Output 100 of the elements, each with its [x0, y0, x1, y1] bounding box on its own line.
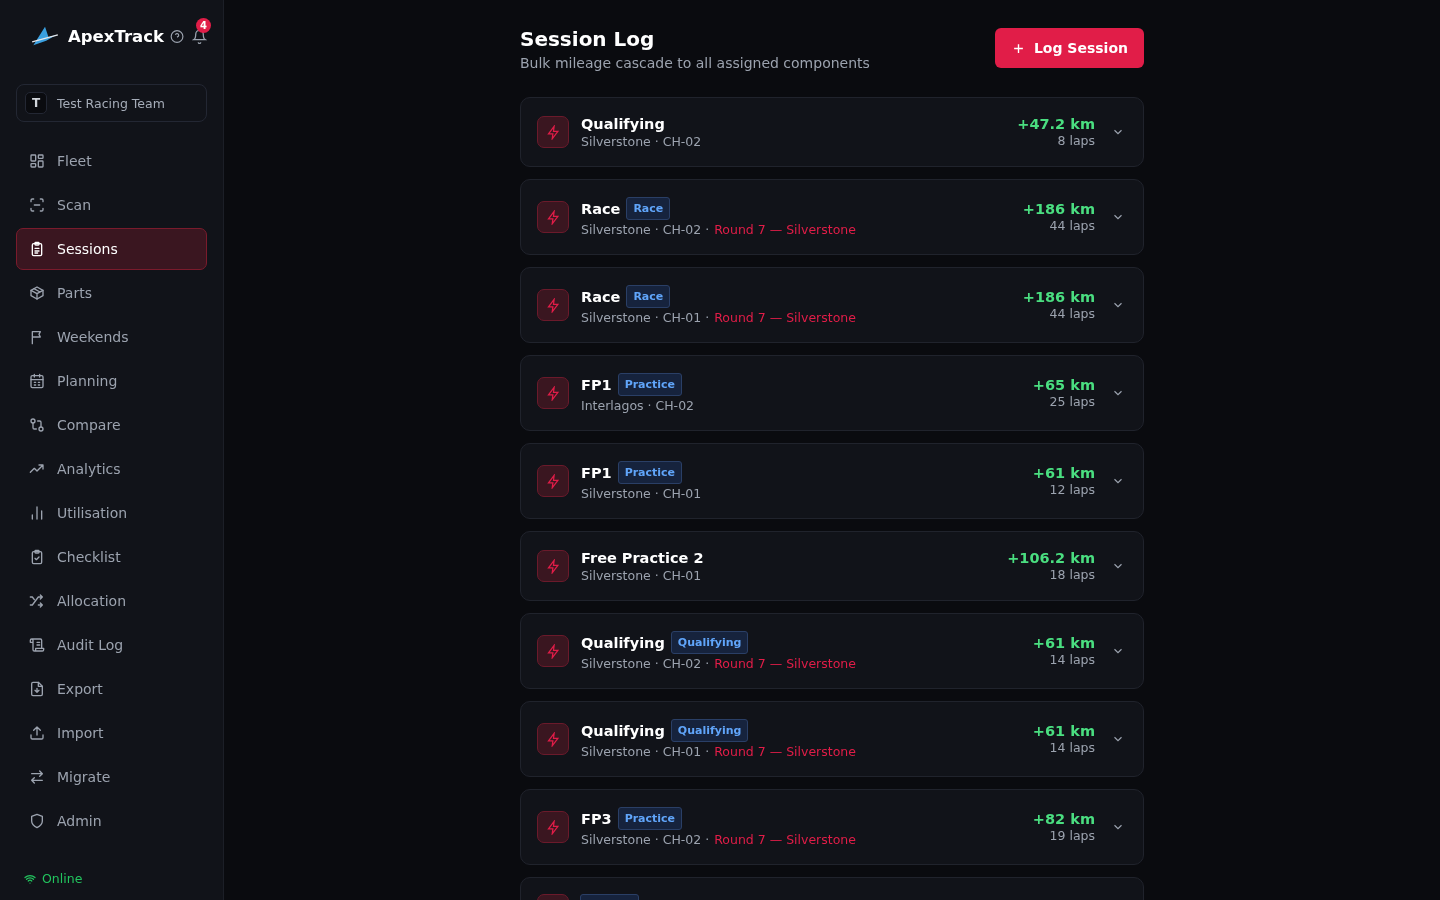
bar-chart-icon	[29, 505, 45, 521]
clipboard-check-icon	[29, 549, 45, 565]
page-subtitle: Bulk mileage cascade to all assigned components	[520, 55, 870, 71]
team-selector[interactable]: T Test Racing Team	[16, 84, 207, 122]
help-icon	[169, 28, 184, 44]
lightning-icon	[545, 643, 561, 659]
session-title: FP1	[581, 376, 612, 393]
lightning-icon	[545, 731, 561, 747]
nav-item[interactable]: Allocation	[16, 580, 207, 622]
session-title: Qualifying	[581, 115, 665, 132]
session-meta: Silverstone · CH-02	[581, 133, 702, 149]
brand-name: ApexTrack	[68, 26, 164, 46]
shuffle-icon	[29, 593, 45, 609]
round-link[interactable]: Round 7 — Silverstone	[714, 310, 856, 325]
lightning-icon	[545, 209, 561, 225]
session-distance: +186 km	[1022, 201, 1095, 217]
session-laps: 44 laps	[1049, 306, 1095, 321]
nav-item[interactable]: Planning	[16, 360, 207, 402]
file-download-icon	[29, 681, 45, 697]
notification-badge: 4	[196, 17, 211, 33]
shield-icon	[29, 813, 45, 829]
session-distance: +61 km	[1032, 465, 1095, 481]
lightning-icon	[545, 124, 561, 140]
bell-icon	[192, 28, 207, 44]
session-card[interactable]: FP3 Practice Silverstone · CH-02 · Round 7 — Silverstone +82 km 19 laps	[520, 789, 1144, 865]
session-meta: Silverstone · CH-02 ·	[581, 832, 710, 847]
session-type-badge: Race	[626, 285, 671, 308]
session-distance: +47.2 km	[1017, 116, 1095, 132]
wifi-icon	[24, 872, 36, 885]
team-name: Test Racing Team	[57, 95, 165, 111]
session-card[interactable]: Race Race Silverstone · CH-02 · Round 7 — Silverstone +186 km 44 laps	[520, 179, 1144, 255]
upload-icon	[29, 725, 45, 741]
session-laps: 18 laps	[1049, 567, 1095, 582]
session-title: Race	[581, 288, 621, 305]
session-title: Qualifying	[581, 634, 665, 651]
session-type-badge: Practice	[617, 373, 683, 396]
compare-icon	[29, 417, 45, 433]
session-type-badge: Qualifying	[670, 719, 749, 742]
session-laps: 44 laps	[1049, 218, 1095, 233]
scan-icon	[29, 197, 45, 213]
session-distance: +106.2 km	[1007, 550, 1095, 566]
session-meta: Silverstone · CH-01	[581, 486, 702, 501]
session-card[interactable]: Qualifying Qualifying Silverstone · CH-01 · Round 7 — Silverstone +61 km 14 laps	[520, 701, 1144, 777]
swap-arrows-icon	[29, 769, 45, 785]
session-title: Race	[581, 200, 621, 217]
session-card[interactable]: Qualifying Silverstone · CH-02 +47.2 km 8 laps	[520, 97, 1144, 167]
session-title: FP1	[581, 464, 612, 481]
round-link[interactable]: Round 7 — Silverstone	[714, 656, 856, 671]
session-card[interactable]: Free Practice 2 Silverstone · CH-01 +106.2 km 18 laps	[520, 531, 1144, 601]
session-distance: +82 km	[1032, 811, 1095, 827]
session-laps: 8 laps	[1057, 133, 1095, 148]
session-type-badge: Practice	[617, 807, 683, 830]
session-meta: Silverstone · CH-01	[581, 567, 702, 583]
nav-item[interactable]: Audit Log	[16, 624, 207, 666]
lightning-icon	[545, 297, 561, 313]
nav-item[interactable]: Analytics	[16, 448, 207, 490]
grid-icon	[29, 153, 45, 169]
session-title: FP3	[581, 810, 612, 827]
session-card[interactable]: FP1 Practice Interlagos · CH-02 +65 km 25 laps	[520, 355, 1144, 431]
session-meta: Silverstone · CH-02 ·	[581, 222, 710, 237]
nav-item[interactable]: Import	[16, 712, 207, 754]
calendar-icon	[29, 373, 45, 389]
session-title: Qualifying	[581, 722, 665, 739]
nav-item[interactable]: Migrate	[16, 756, 207, 798]
session-card[interactable]: Race Race Silverstone · CH-01 · Round 7 — Silverstone +186 km 44 laps	[520, 267, 1144, 343]
nav-item[interactable]: Utilisation	[16, 492, 207, 534]
session-card[interactable]: FP1 Practice Silverstone · CH-01 +61 km 12 laps	[520, 443, 1144, 519]
session-card[interactable]: Qualifying Qualifying Silverstone · CH-02 · Round 7 — Silverstone +61 km 14 laps	[520, 613, 1144, 689]
lightning-icon	[545, 819, 561, 835]
session-type-badge: Qualifying	[670, 631, 749, 654]
session-laps: 14 laps	[1049, 740, 1095, 755]
nav-item[interactable]: Compare	[16, 404, 207, 446]
session-meta: Interlagos · CH-02	[581, 398, 695, 413]
nav-item[interactable]: Sessions	[16, 228, 207, 270]
nav-item[interactable]: Checklist	[16, 536, 207, 578]
session-meta: Silverstone · CH-01 ·	[581, 744, 710, 759]
session-distance: +61 km	[1032, 723, 1095, 739]
session-distance: +65 km	[1032, 377, 1095, 393]
session-laps: 12 laps	[1049, 482, 1095, 497]
session-type-badge: Race	[626, 197, 671, 220]
nav-item[interactable]: Weekends	[16, 316, 207, 358]
round-link[interactable]: Round 7 — Silverstone	[714, 744, 856, 759]
nav-item[interactable]: Scan	[16, 184, 207, 226]
session-distance: +61 km	[1032, 635, 1095, 651]
nav-item[interactable]: Parts	[16, 272, 207, 314]
round-link[interactable]: Round 7 — Silverstone	[714, 222, 856, 237]
session-distance: +186 km	[1022, 289, 1095, 305]
nav-item[interactable]: Admin	[16, 800, 207, 842]
round-link[interactable]: Round 7 — Silverstone	[714, 832, 856, 847]
clipboard-icon	[29, 241, 45, 257]
session-meta: Silverstone · CH-01 ·	[581, 310, 710, 325]
lightning-icon	[545, 385, 561, 401]
log-session-button[interactable]: Log Session	[994, 28, 1144, 68]
session-laps: 14 laps	[1049, 652, 1095, 667]
nav-item[interactable]: Fleet	[16, 140, 207, 182]
session-laps: 19 laps	[1049, 828, 1095, 843]
page-title: Session Log	[520, 26, 656, 52]
nav-item[interactable]: Export	[16, 668, 207, 710]
scroll-icon	[29, 637, 45, 653]
connection-status: Online	[42, 871, 83, 886]
